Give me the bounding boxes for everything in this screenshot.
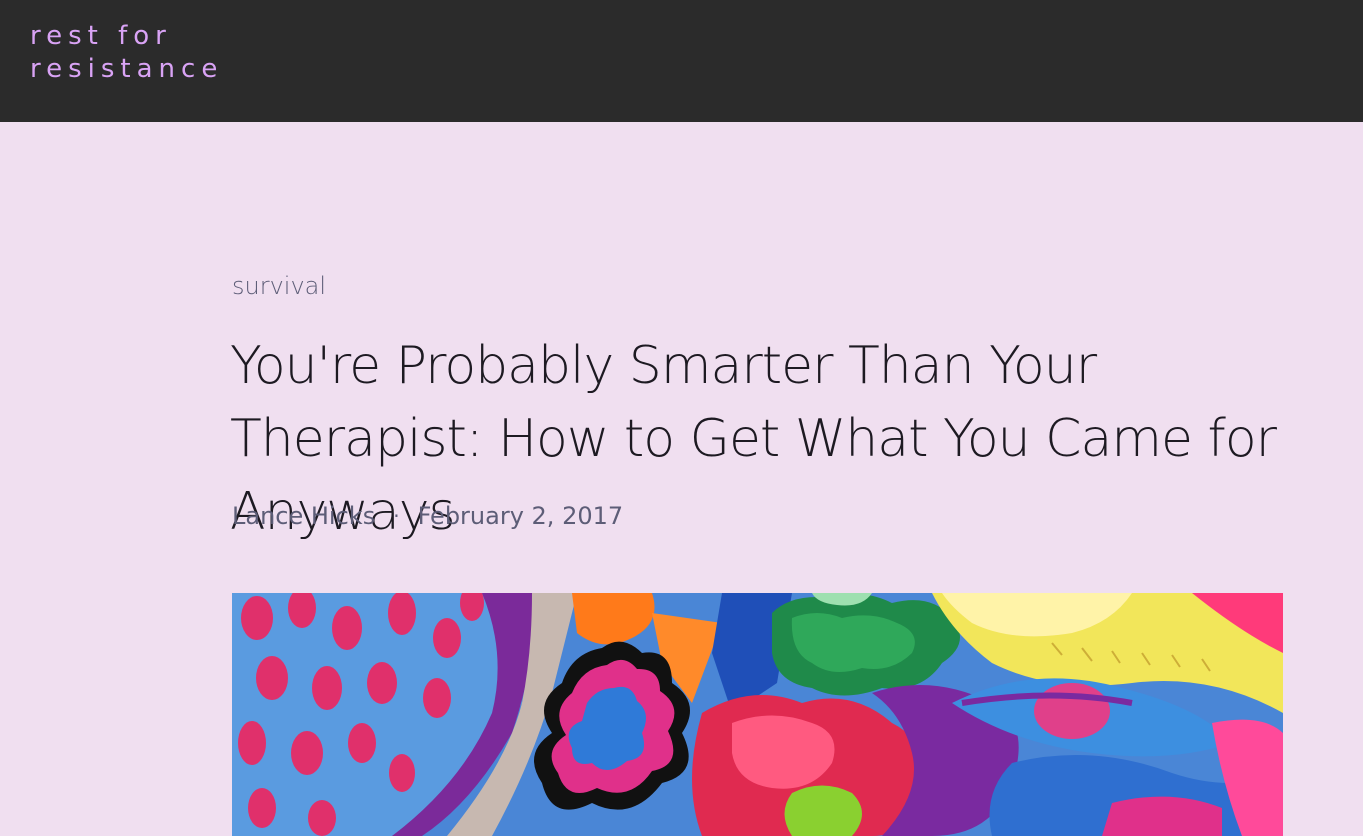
site-title-line2: resistance (30, 54, 224, 84)
author-name[interactable]: Lance Hicks (232, 502, 375, 530)
site-title-line1: rest for (30, 21, 172, 51)
hero-artwork-image (232, 593, 1283, 836)
site-header: rest for resistance (0, 0, 1363, 122)
category-link[interactable]: survival (232, 272, 326, 300)
meta-separator: · (393, 504, 400, 528)
article-main: survival You're Probably Smarter Than Yo… (0, 122, 1363, 836)
site-title-link[interactable]: rest for resistance (30, 20, 270, 86)
post-date: February 2, 2017 (417, 502, 624, 530)
post-meta: Lance Hicks · February 2, 2017 (232, 502, 623, 530)
